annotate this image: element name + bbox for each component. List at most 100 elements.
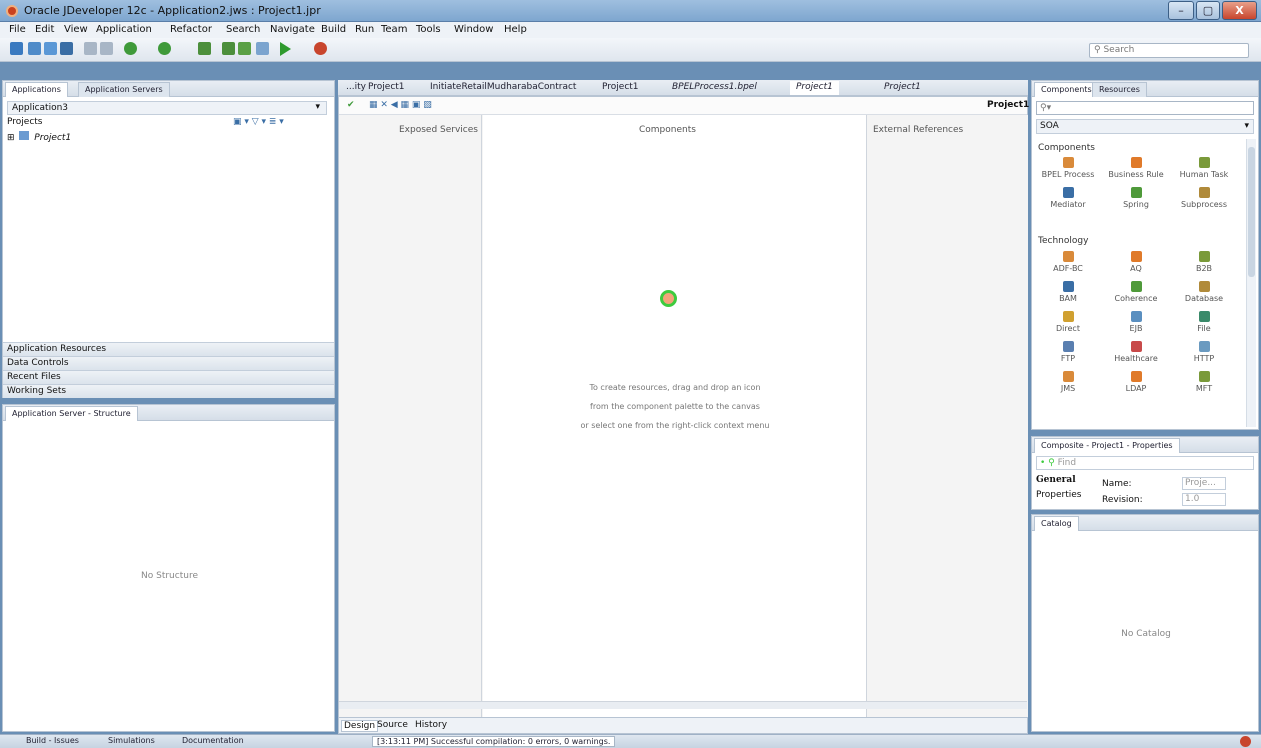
redo-icon[interactable]: [100, 42, 113, 55]
back-icon[interactable]: [124, 42, 137, 55]
maximize-button[interactable]: ▢: [1196, 1, 1220, 20]
palette-scroll-thumb[interactable]: [1248, 147, 1255, 277]
menu-tools[interactable]: Tools: [416, 24, 441, 35]
section-working-sets[interactable]: Working Sets: [3, 384, 334, 398]
components-lane[interactable]: [483, 115, 867, 717]
palette-item[interactable]: Spring: [1106, 187, 1166, 209]
tab-components[interactable]: Components: [1034, 82, 1099, 97]
undo-icon[interactable]: [84, 42, 97, 55]
menu-build[interactable]: Build: [321, 24, 346, 35]
applications-panel: Applications Application Servers Applica…: [2, 80, 335, 398]
palette-item[interactable]: Direct: [1038, 311, 1098, 333]
palette-item[interactable]: FTP: [1038, 341, 1098, 363]
section-data-controls[interactable]: Data Controls: [3, 356, 334, 370]
editor-tab-5[interactable]: BPELProcess1.bpel: [666, 81, 763, 95]
editor-tools-icon[interactable]: ▦ ✕ ◀ ▦ ▣ ▧: [369, 100, 432, 110]
application-selector[interactable]: Application3 ▾: [7, 101, 327, 115]
editor-tab-3[interactable]: InitiateRetailMudharabaContract: [424, 81, 582, 95]
revision-field[interactable]: 1.0: [1182, 493, 1226, 506]
palette-item[interactable]: LDAP: [1106, 371, 1166, 393]
save-icon[interactable]: [44, 42, 57, 55]
menu-window[interactable]: Window: [454, 24, 493, 35]
projects-toolbar-icon[interactable]: ▣ ▾ ▽ ▾ ≣ ▾: [233, 117, 284, 127]
menu-edit[interactable]: Edit: [35, 24, 54, 35]
palette-item[interactable]: AQ: [1106, 251, 1166, 273]
rebuild-icon[interactable]: [222, 42, 235, 55]
menu-search[interactable]: Search: [226, 24, 260, 35]
validate-icon[interactable]: ✔: [347, 100, 355, 110]
structure-title[interactable]: Application Server - Structure: [5, 406, 138, 421]
palette-item[interactable]: ADF-BC: [1038, 251, 1098, 273]
palette-item[interactable]: Business Rule: [1106, 157, 1166, 179]
section-application-resources[interactable]: Application Resources: [3, 342, 334, 356]
project-tree-item[interactable]: ⊞ Project1: [7, 131, 71, 143]
properties-section[interactable]: Properties: [1036, 490, 1081, 500]
palette-item[interactable]: File: [1174, 311, 1234, 333]
palette-item[interactable]: Database: [1174, 281, 1234, 303]
section-recent-files[interactable]: Recent Files: [3, 370, 334, 384]
new-icon[interactable]: [10, 42, 23, 55]
palette-item[interactable]: Coherence: [1106, 281, 1166, 303]
horizontal-scrollbar[interactable]: [339, 701, 1027, 709]
make-icon[interactable]: [198, 42, 211, 55]
tab-history[interactable]: History: [415, 720, 447, 730]
tab-design[interactable]: Design: [341, 720, 379, 732]
tab-documentation[interactable]: Documentation: [182, 736, 244, 745]
properties-find-input[interactable]: • ⚲ Find: [1036, 456, 1254, 470]
tab-build-issues[interactable]: Build - Issues: [26, 736, 79, 745]
forward-icon[interactable]: [158, 42, 171, 55]
exposed-services-lane[interactable]: [339, 115, 482, 717]
component-drop-target-icon[interactable]: [660, 290, 677, 307]
palette-item[interactable]: BPEL Process: [1038, 157, 1098, 179]
tab-application-servers[interactable]: Application Servers: [78, 82, 170, 97]
catalog-title[interactable]: Catalog: [1034, 516, 1079, 531]
editor-tab-7[interactable]: Project1: [878, 81, 927, 95]
open-icon[interactable]: [28, 42, 41, 55]
menu-run[interactable]: Run: [355, 24, 374, 35]
general-section[interactable]: General: [1036, 475, 1076, 485]
debug-icon[interactable]: [314, 42, 327, 55]
tab-applications[interactable]: Applications: [5, 82, 68, 97]
tab-resources[interactable]: Resources: [1092, 82, 1147, 97]
run-icon[interactable]: [280, 42, 291, 56]
components-group-label: Components: [1038, 143, 1095, 153]
http-icon: [1198, 341, 1210, 352]
editor-tab-active[interactable]: Project1: [790, 81, 839, 95]
menu-application[interactable]: Application: [96, 24, 152, 35]
notification-badge-icon[interactable]: [1240, 736, 1251, 747]
palette-scrollbar[interactable]: [1246, 139, 1256, 427]
menu-navigate[interactable]: Navigate: [270, 24, 315, 35]
menu-refactor[interactable]: Refactor: [170, 24, 212, 35]
name-field[interactable]: Proje...: [1182, 477, 1226, 490]
jdeveloper-logo-icon: [6, 5, 18, 17]
palette-item[interactable]: Mediator: [1038, 187, 1098, 209]
save-all-icon[interactable]: [60, 42, 73, 55]
menu-team[interactable]: Team: [381, 24, 407, 35]
close-button[interactable]: X: [1222, 1, 1257, 20]
minimize-button[interactable]: –: [1168, 1, 1194, 20]
menu-help[interactable]: Help: [504, 24, 527, 35]
title-bar: Oracle JDeveloper 12c - Application2.jws…: [0, 0, 1261, 22]
palette-category-select[interactable]: SOA ▾: [1036, 119, 1254, 134]
deploy-icon[interactable]: [256, 42, 269, 55]
palette-item[interactable]: JMS: [1038, 371, 1098, 393]
palette-item[interactable]: BAM: [1038, 281, 1098, 303]
palette-item[interactable]: Healthcare: [1106, 341, 1166, 363]
palette-item[interactable]: B2B: [1174, 251, 1234, 273]
palette-item[interactable]: HTTP: [1174, 341, 1234, 363]
tab-source[interactable]: Source: [377, 720, 408, 730]
search-input[interactable]: ⚲ Search: [1089, 43, 1249, 58]
palette-item[interactable]: MFT: [1174, 371, 1234, 393]
editor-tab-4[interactable]: Project1: [596, 81, 645, 95]
tab-simulations[interactable]: Simulations: [108, 736, 155, 745]
external-references-lane[interactable]: [868, 115, 1028, 717]
editor-tab-2[interactable]: Project1: [362, 81, 411, 95]
palette-item[interactable]: Subprocess: [1174, 187, 1234, 209]
build-all-icon[interactable]: [238, 42, 251, 55]
menu-file[interactable]: File: [9, 24, 26, 35]
properties-title[interactable]: Composite - Project1 - Properties: [1034, 438, 1180, 453]
palette-search-input[interactable]: ⚲▾: [1036, 101, 1254, 115]
palette-item[interactable]: Human Task: [1174, 157, 1234, 179]
menu-view[interactable]: View: [64, 24, 88, 35]
palette-item[interactable]: EJB: [1106, 311, 1166, 333]
